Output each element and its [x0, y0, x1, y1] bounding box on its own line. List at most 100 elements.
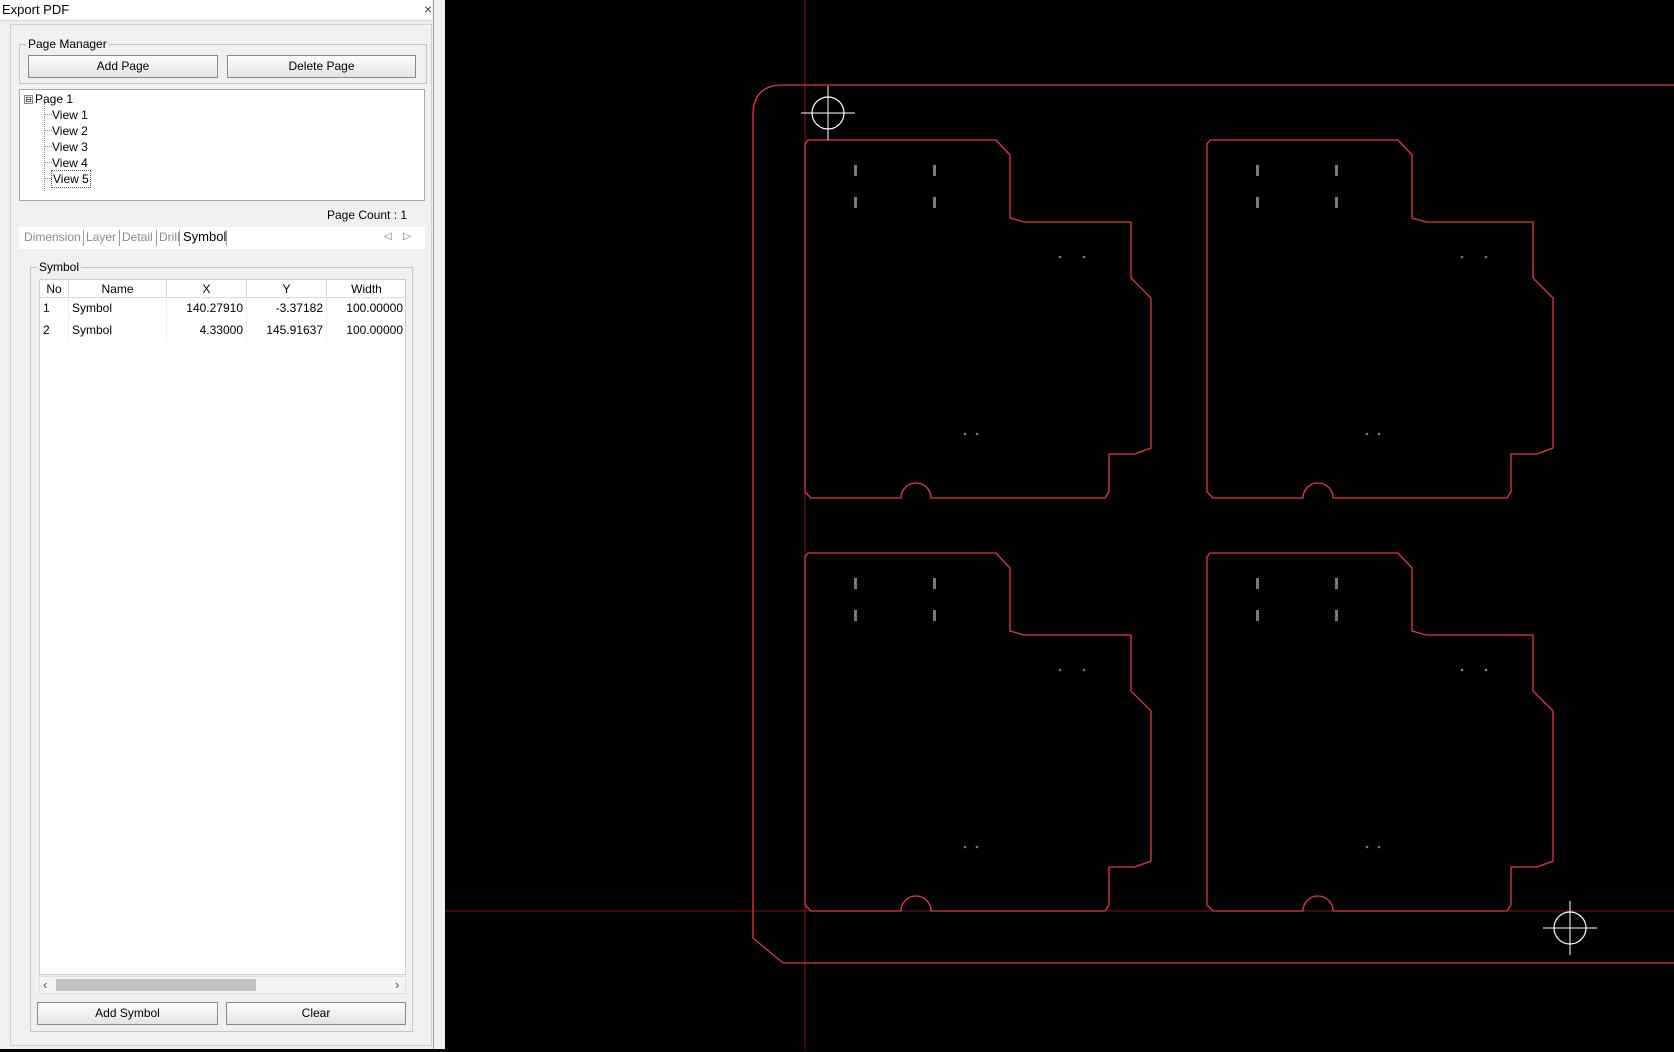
cell-name: Symbol	[69, 298, 167, 319]
cell-width: 100.00000	[327, 298, 405, 319]
horizontal-scrollbar[interactable]: ‹ ›	[39, 976, 406, 994]
slot-hole	[1335, 165, 1338, 176]
tab-detail[interactable]: Detail	[122, 230, 153, 244]
scrollbar-thumb[interactable]	[56, 979, 256, 991]
column-header-name[interactable]: Name	[69, 280, 167, 298]
via-dot	[1365, 845, 1369, 849]
column-header-x[interactable]: X	[167, 280, 247, 298]
slot-hole	[933, 610, 936, 621]
via-dot	[975, 845, 979, 849]
tab-scroll-right-icon[interactable]: ▷	[403, 231, 411, 242]
tree-item-view-5[interactable]: View 5	[51, 170, 91, 188]
scroll-right-icon[interactable]: ›	[395, 977, 399, 992]
via-dot	[1460, 668, 1464, 672]
close-icon[interactable]: ×	[424, 1, 432, 17]
slot-hole	[1256, 578, 1259, 589]
cell-y: 145.91637	[247, 320, 327, 341]
tab-divider	[83, 230, 84, 246]
clear-button[interactable]: Clear	[226, 1002, 406, 1025]
slot-hole	[1256, 610, 1259, 621]
tab-drill[interactable]: Drill	[159, 230, 180, 244]
slot-hole	[854, 578, 857, 589]
page-tree[interactable]: ⊟ Page 1 View 1 View 2 View 3 View 4 Vie…	[19, 89, 425, 201]
tree-item-page-1[interactable]: Page 1	[35, 91, 73, 107]
title-bar: Export PDF ×	[0, 0, 432, 21]
slot-hole	[1256, 165, 1259, 176]
pcb-drawing	[445, 0, 1674, 1049]
tab-dimension[interactable]: Dimension	[24, 230, 81, 244]
via-dot	[1082, 668, 1086, 672]
board-outline	[1206, 552, 1554, 912]
fiducial-crosshair-icon[interactable]	[801, 86, 855, 140]
collapse-icon[interactable]: ⊟	[24, 95, 33, 104]
cell-width: 100.00000	[327, 320, 405, 341]
tree-item-view-4[interactable]: View 4	[52, 155, 88, 171]
cell-x: 4.33000	[167, 320, 247, 341]
via-dot	[963, 432, 967, 436]
cell-y: -3.37182	[247, 298, 327, 319]
tab-symbol[interactable]: Symbol	[183, 229, 226, 244]
slot-hole	[1335, 197, 1338, 208]
tab-scroll-left-icon[interactable]: ◁	[384, 231, 392, 242]
board-4	[1206, 552, 1554, 912]
board-2	[1206, 139, 1554, 499]
via-dot	[1058, 668, 1062, 672]
tab-divider	[156, 230, 157, 246]
tab-strip: Dimension Layer Detail Drill Symbol ◁ ▷	[19, 227, 425, 249]
slot-hole	[1335, 578, 1338, 589]
cell-name: Symbol	[69, 320, 167, 341]
via-dot	[975, 432, 979, 436]
via-dot	[1377, 432, 1381, 436]
tree-item-view-1[interactable]: View 1	[52, 107, 88, 123]
tree-connector	[44, 162, 52, 163]
tree-item-view-2[interactable]: View 2	[52, 123, 88, 139]
slot-hole	[933, 197, 936, 208]
via-dot	[1365, 432, 1369, 436]
tab-divider	[119, 230, 120, 246]
board-1	[804, 139, 1152, 499]
column-header-width[interactable]: Width	[327, 280, 405, 298]
cad-viewport[interactable]	[445, 0, 1674, 1049]
export-pdf-panel: Export PDF × Page Manager Add Page Delet…	[0, 0, 445, 1049]
tab-divider	[179, 230, 180, 246]
tree-item-view-3[interactable]: View 3	[52, 139, 88, 155]
column-header-y[interactable]: Y	[247, 280, 327, 298]
tree-connector	[44, 146, 52, 147]
via-dot	[1460, 255, 1464, 259]
delete-page-button[interactable]: Delete Page	[227, 55, 416, 78]
symbol-table[interactable]: No Name X Y Width 1 Symbol 140.27910 -3.…	[39, 279, 406, 975]
tab-divider	[226, 230, 227, 246]
slot-hole	[1335, 610, 1338, 621]
cell-no: 1	[40, 298, 69, 319]
slot-hole	[933, 165, 936, 176]
slot-hole	[933, 578, 936, 589]
column-header-no[interactable]: No	[40, 280, 69, 298]
board-outline	[1206, 139, 1554, 499]
via-dot	[963, 845, 967, 849]
symbol-legend: Symbol	[37, 260, 82, 274]
fiducial-crosshair-icon[interactable]	[1543, 901, 1597, 955]
add-page-button[interactable]: Add Page	[28, 55, 218, 78]
slot-hole	[854, 165, 857, 176]
page-manager-legend: Page Manager	[26, 37, 109, 51]
tree-connector	[44, 114, 52, 115]
slot-hole	[854, 197, 857, 208]
cell-no: 2	[40, 320, 69, 341]
via-dot	[1484, 255, 1488, 259]
window-title: Export PDF	[2, 2, 70, 17]
tree-connector	[44, 130, 52, 131]
panel-outline	[752, 84, 1674, 964]
board-outline	[804, 139, 1152, 499]
via-dot	[1082, 255, 1086, 259]
tab-layer[interactable]: Layer	[86, 230, 116, 244]
slot-hole	[854, 610, 857, 621]
page-count: Page Count : 1	[327, 208, 408, 222]
board-outline	[804, 552, 1152, 912]
scroll-left-icon[interactable]: ‹	[43, 977, 47, 992]
board-3	[804, 552, 1152, 912]
panel-border	[433, 0, 445, 1049]
tree-connector	[44, 178, 52, 179]
via-dot	[1058, 255, 1062, 259]
add-symbol-button[interactable]: Add Symbol	[37, 1002, 218, 1025]
cell-x: 140.27910	[167, 298, 247, 319]
